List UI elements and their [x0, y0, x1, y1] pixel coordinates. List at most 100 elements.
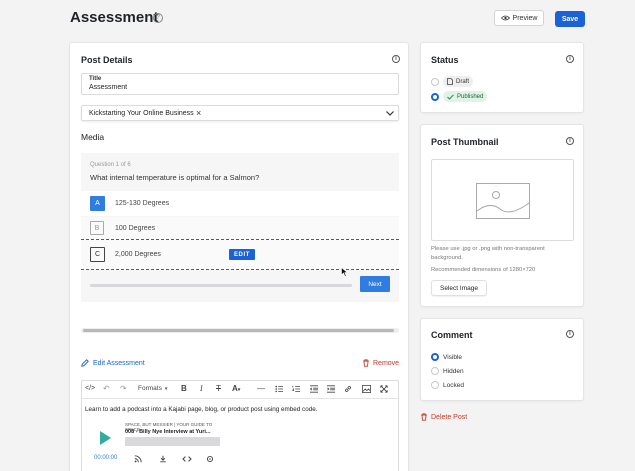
- trash-icon: [363, 359, 369, 367]
- post-thumbnail-card: Post Thumbnail i Please use .jpg or .png…: [420, 124, 584, 307]
- comment-hidden-radio[interactable]: [431, 367, 439, 375]
- rss-icon[interactable]: [134, 455, 142, 463]
- media-heading: Media: [81, 132, 105, 142]
- title-field-label: Title: [89, 76, 102, 82]
- horizontal-scrollbar[interactable]: [81, 328, 399, 333]
- quiz-embed: Question 1 of 6 What internal temperatur…: [81, 153, 399, 302]
- bold-icon[interactable]: B: [181, 384, 187, 393]
- podcast-waveform: [125, 437, 220, 446]
- outdent-icon[interactable]: [310, 385, 318, 393]
- select-image-button[interactable]: Select Image: [431, 280, 487, 296]
- post-thumbnail-heading: Post Thumbnail: [431, 137, 499, 147]
- answer-option-selected[interactable]: C 2,000 Degrees EDIT: [81, 239, 399, 270]
- podcast-player: SPACE, BUT MESSIER | YOUR GUIDE TO SPACE…: [85, 418, 225, 467]
- scrollbar-thumb[interactable]: [83, 329, 394, 332]
- preview-label: Preview: [512, 14, 538, 22]
- answer-text: 100 Degrees: [115, 225, 156, 232]
- next-button[interactable]: Next: [360, 276, 390, 292]
- title-field-value: Assessment: [89, 84, 128, 91]
- answer-letter: B: [90, 221, 104, 235]
- image-icon[interactable]: [362, 385, 371, 393]
- post-details-card: Post Details i Title Assessment Kickstar…: [69, 42, 409, 471]
- post-details-heading: Post Details: [81, 55, 133, 65]
- strikethrough-icon[interactable]: T: [216, 384, 221, 393]
- help-icon[interactable]: ?: [153, 13, 163, 23]
- comment-hidden-label: Hidden: [443, 368, 464, 375]
- rich-text-editor[interactable]: Learn to add a podcast into a Kajabi pag…: [81, 380, 399, 471]
- save-button[interactable]: Save: [555, 11, 585, 27]
- eye-icon: [500, 15, 510, 21]
- quiz-counter: Question 1 of 6: [90, 162, 131, 168]
- info-icon[interactable]: i: [392, 55, 400, 63]
- thumbnail-dimensions: Recommended dimensions of 1280×720: [431, 267, 536, 273]
- indent-icon[interactable]: [327, 385, 335, 393]
- answer-letter: C: [90, 247, 105, 262]
- podcast-time: 00:00:00: [94, 455, 118, 461]
- edit-embed-button[interactable]: EDIT: [229, 249, 255, 260]
- offer-select[interactable]: Kickstarting Your Online Business ×: [81, 105, 399, 121]
- link-icon[interactable]: [344, 385, 352, 393]
- status-card: Status i Draft Published: [420, 42, 584, 113]
- offer-tag-label: Kickstarting Your Online Business: [89, 110, 194, 117]
- delete-post-link[interactable]: Delete Post: [420, 413, 467, 421]
- document-icon: [447, 78, 453, 85]
- status-draft-radio[interactable]: [431, 78, 439, 86]
- close-icon[interactable]: ×: [196, 108, 201, 118]
- answer-text: 125-130 Degrees: [115, 200, 170, 207]
- status-heading: Status: [431, 55, 459, 65]
- chevron-down-icon[interactable]: [386, 111, 394, 116]
- share-icon[interactable]: [206, 455, 214, 463]
- download-icon[interactable]: [159, 455, 167, 463]
- italic-icon[interactable]: I: [200, 384, 203, 393]
- draft-label: Draft: [456, 78, 470, 85]
- quiz-question: What internal temperature is optimal for…: [90, 173, 260, 182]
- answer-text: 2,000 Degrees: [115, 251, 161, 258]
- answer-option[interactable]: A 125-130 Degrees: [81, 191, 399, 216]
- redo-icon[interactable]: ↷: [120, 384, 127, 393]
- podcast-play-button[interactable]: [88, 421, 122, 455]
- status-published-radio[interactable]: [431, 93, 439, 101]
- quiz-progress-bar: [90, 284, 352, 287]
- formats-label: Formats: [138, 385, 162, 392]
- comment-locked-label: Locked: [443, 382, 464, 389]
- comment-locked-radio[interactable]: [431, 381, 439, 389]
- answer-option[interactable]: B 100 Degrees: [81, 217, 399, 239]
- remove-link[interactable]: Remove: [362, 359, 399, 367]
- editor-body-text[interactable]: Learn to add a podcast into a Kajabi pag…: [85, 406, 317, 413]
- edit-assessment-label: Edit Assessment: [93, 359, 145, 367]
- formats-dropdown[interactable]: Formats ▾: [138, 385, 167, 392]
- play-icon: [100, 431, 111, 445]
- info-icon[interactable]: i: [566, 137, 574, 145]
- title-field[interactable]: Title Assessment: [81, 73, 399, 95]
- caret-down-icon: ▾: [164, 385, 168, 392]
- comment-visible-label: Visible: [443, 354, 463, 361]
- embed-code-icon[interactable]: [182, 455, 192, 463]
- undo-icon[interactable]: ↶: [103, 384, 110, 393]
- podcast-episode-title: 008 - Billy Nye Interview at Yuri...: [125, 429, 211, 435]
- image-placeholder-icon: [476, 183, 530, 219]
- info-icon[interactable]: i: [566, 330, 574, 338]
- published-label: Published: [457, 93, 484, 100]
- page-title: Assessment: [70, 9, 159, 26]
- thumbnail-hint: Please use .jpg or .png with non-transpa…: [431, 246, 545, 261]
- published-badge: Published: [443, 91, 488, 102]
- delete-post-label: Delete Post: [431, 413, 468, 421]
- bullet-list-icon[interactable]: [275, 385, 283, 393]
- text-color-icon[interactable]: A▾: [232, 384, 240, 393]
- info-icon[interactable]: i: [566, 55, 574, 63]
- comment-visible-radio[interactable]: [431, 353, 439, 361]
- answer-letter: A: [90, 196, 105, 211]
- thumbnail-placeholder[interactable]: [431, 159, 574, 241]
- trash-icon: [421, 413, 427, 421]
- pencil-icon: [81, 359, 89, 367]
- edit-assessment-link[interactable]: Edit Assessment: [81, 359, 145, 367]
- horizontal-rule-icon[interactable]: —: [257, 384, 265, 393]
- draft-badge: Draft: [443, 76, 474, 87]
- preview-button[interactable]: Preview: [494, 10, 544, 26]
- remove-label: Remove: [373, 359, 400, 367]
- code-view-icon[interactable]: </>: [85, 385, 95, 392]
- comment-card: Comment i Visible Hidden Locked: [420, 318, 584, 401]
- check-icon: [447, 93, 454, 100]
- fullscreen-icon[interactable]: [380, 385, 388, 393]
- numbered-list-icon[interactable]: [292, 385, 300, 393]
